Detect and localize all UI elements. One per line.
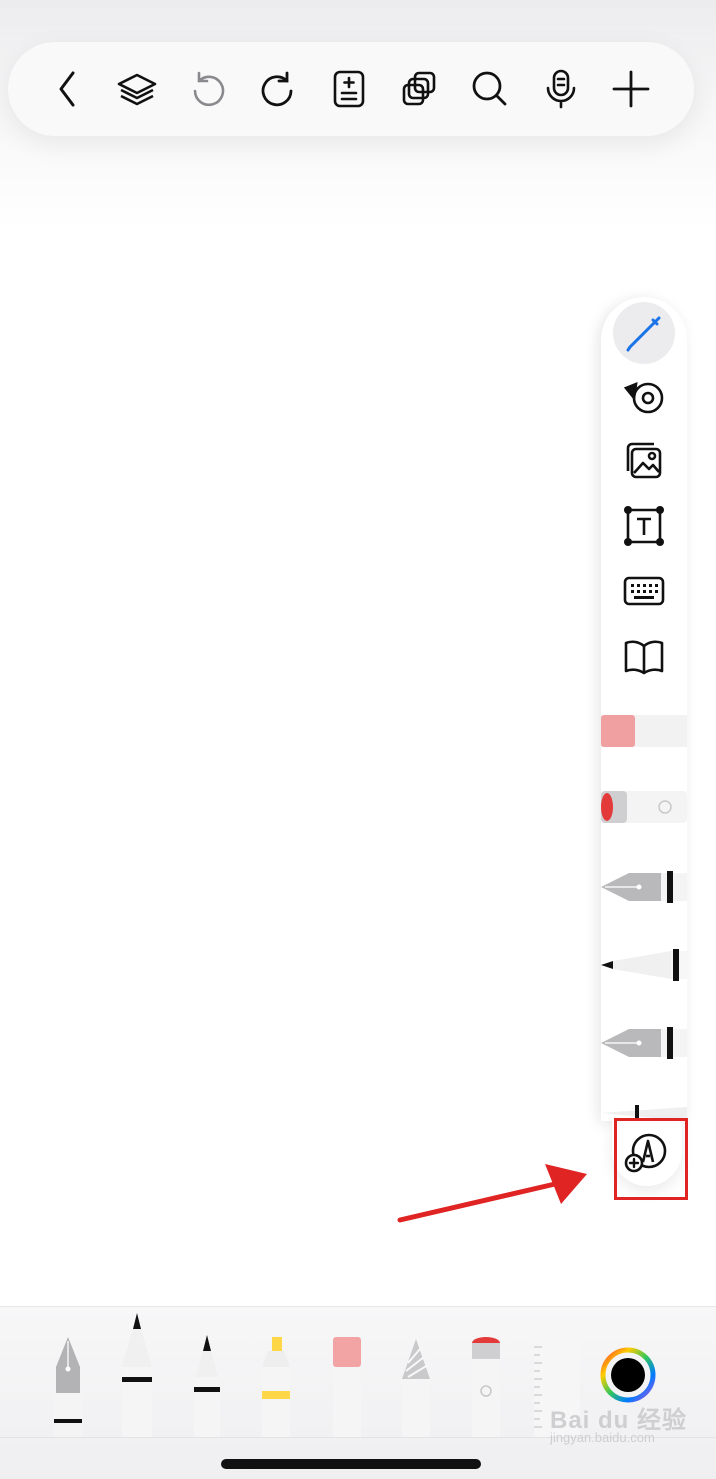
highlighter-icon xyxy=(262,1337,290,1437)
insert-image-button[interactable] xyxy=(601,429,687,493)
home-indicator[interactable] xyxy=(221,1459,481,1469)
lasso-eraser-icon xyxy=(601,791,687,823)
duplicate-button[interactable] xyxy=(389,42,449,136)
text-box-button[interactable] xyxy=(601,494,687,558)
book-icon xyxy=(624,640,664,675)
watermark: Bai du 经验 jingyan.baidu.com xyxy=(540,1400,716,1446)
tray-fountain-pen[interactable] xyxy=(46,1307,90,1437)
tray-fineliner[interactable] xyxy=(190,1307,224,1437)
pen-mode-button[interactable] xyxy=(601,301,687,365)
palette-eraser-tool[interactable] xyxy=(601,711,687,755)
fineliner-icon xyxy=(194,1335,220,1437)
tray-pencil[interactable] xyxy=(398,1307,434,1437)
redo-button[interactable] xyxy=(248,42,308,136)
annotation-arrow xyxy=(397,1164,587,1223)
tool-palette xyxy=(601,297,687,1121)
watermark-sub: jingyan.baidu.com xyxy=(550,1430,655,1445)
tray-highlighter[interactable] xyxy=(258,1307,294,1437)
voice-record-button[interactable] xyxy=(531,42,591,136)
palette-fountain-pen-tool[interactable] xyxy=(601,865,687,909)
search-button[interactable] xyxy=(460,42,520,136)
search-icon xyxy=(472,71,507,106)
tray-ballpoint-pen[interactable] xyxy=(120,1307,154,1437)
ballpoint-pen-icon xyxy=(122,1313,152,1437)
tray-eraser[interactable] xyxy=(330,1307,364,1437)
bottom-tool-tray xyxy=(0,1306,716,1479)
redo-icon xyxy=(261,71,293,107)
pen-icon xyxy=(626,316,661,352)
microphone-icon xyxy=(546,69,576,109)
palette-ballpoint-pen-tool[interactable] xyxy=(601,943,687,987)
plus-icon xyxy=(612,70,650,108)
fountain-pen-icon xyxy=(54,1337,82,1437)
page-options-button[interactable] xyxy=(319,42,379,136)
back-button[interactable] xyxy=(38,42,98,136)
eraser-icon xyxy=(601,715,687,747)
selected-color-swatch xyxy=(611,1358,645,1392)
textbox-icon xyxy=(624,506,664,546)
back-chevron-icon xyxy=(59,71,75,107)
eraser-icon xyxy=(333,1337,361,1437)
fountain-pen-icon xyxy=(601,871,687,903)
annotation-highlight-box xyxy=(614,1118,688,1200)
image-icon xyxy=(626,442,662,479)
lasso-eraser-icon xyxy=(472,1337,500,1437)
top-toolbar xyxy=(8,42,694,136)
layers-icon xyxy=(117,73,157,106)
layers-button[interactable] xyxy=(107,42,167,136)
pencil-icon xyxy=(402,1339,430,1437)
undo-button[interactable] xyxy=(178,42,238,136)
tape-icon xyxy=(623,381,664,414)
add-button[interactable] xyxy=(601,42,661,136)
tape-tool-button[interactable] xyxy=(601,364,687,428)
ballpoint-pen-icon xyxy=(601,949,687,981)
page-add-icon xyxy=(333,70,365,108)
book-button[interactable] xyxy=(601,624,687,688)
tray-lasso-eraser[interactable] xyxy=(468,1307,504,1437)
palette-fountain-pen-2-tool[interactable] xyxy=(601,1021,687,1065)
palette-lasso-eraser-tool[interactable] xyxy=(601,787,687,831)
keyboard-button[interactable] xyxy=(601,559,687,623)
keyboard-icon xyxy=(623,576,665,606)
undo-icon xyxy=(193,71,225,107)
fountain-pen-2-icon xyxy=(601,1027,687,1059)
duplicate-icon xyxy=(402,71,436,106)
